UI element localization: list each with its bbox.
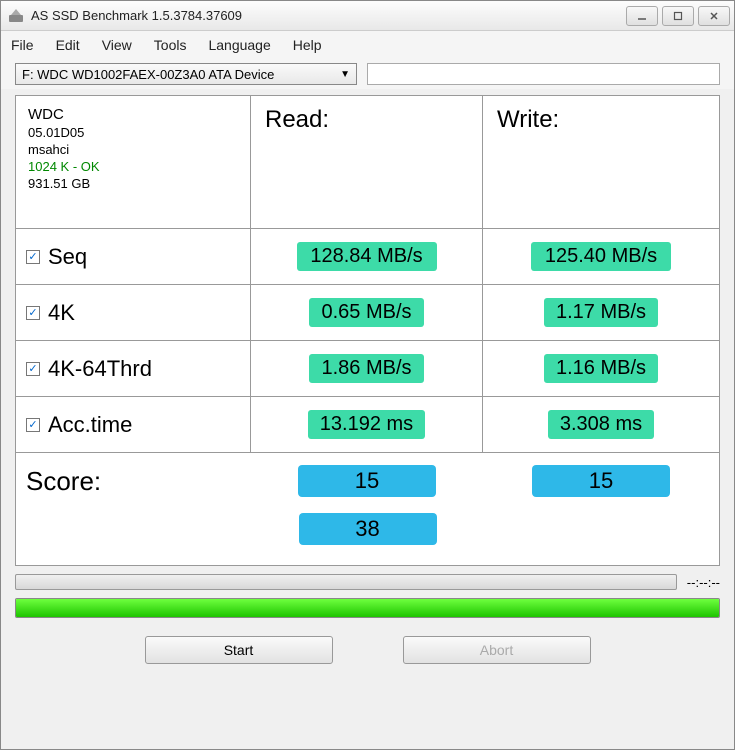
seq-write-value: 125.40 MB/s xyxy=(531,242,671,271)
acctime-row: Acc.time 13.192 ms 3.308 ms xyxy=(16,397,719,453)
maximize-button[interactable] xyxy=(662,6,694,26)
seq-label: Seq xyxy=(48,244,87,270)
test-progress-bar xyxy=(15,574,677,590)
menu-language[interactable]: Language xyxy=(208,37,270,53)
content-area: WDC 05.01D05 msahci 1024 K - OK 931.51 G… xyxy=(1,89,734,749)
menu-edit[interactable]: Edit xyxy=(56,37,80,53)
score-label: Score: xyxy=(16,453,251,509)
acctime-checkbox[interactable] xyxy=(26,418,40,432)
4k-write-value: 1.17 MB/s xyxy=(544,298,658,327)
score-read-value: 15 xyxy=(298,465,436,497)
write-header: Write: xyxy=(483,96,719,228)
chevron-down-icon: ▼ xyxy=(340,69,350,80)
4k64-checkbox[interactable] xyxy=(26,362,40,376)
overall-progress-bar xyxy=(15,598,720,618)
overall-progress-fill xyxy=(16,599,719,617)
score-row: Score: 15 15 38 xyxy=(16,453,719,565)
window-controls xyxy=(626,6,730,26)
device-alignment: 1024 K - OK xyxy=(28,159,100,174)
path-input[interactable] xyxy=(367,63,720,85)
device-size: 931.51 GB xyxy=(28,176,90,191)
menu-view[interactable]: View xyxy=(102,37,132,53)
seq-checkbox[interactable] xyxy=(26,250,40,264)
device-firmware: 05.01D05 xyxy=(28,125,84,140)
4k64-read-value: 1.86 MB/s xyxy=(309,354,423,383)
results-table: WDC 05.01D05 msahci 1024 K - OK 931.51 G… xyxy=(15,95,720,566)
score-total-value: 38 xyxy=(299,513,437,545)
seq-row: Seq 128.84 MB/s 125.40 MB/s xyxy=(16,229,719,285)
app-icon xyxy=(7,7,25,25)
device-dropdown[interactable]: F: WDC WD1002FAEX-00Z3A0 ATA Device ▼ xyxy=(15,63,357,85)
start-button[interactable]: Start xyxy=(145,636,333,664)
toolbar: F: WDC WD1002FAEX-00Z3A0 ATA Device ▼ xyxy=(1,59,734,89)
close-button[interactable] xyxy=(698,6,730,26)
4k-checkbox[interactable] xyxy=(26,306,40,320)
app-window: AS SSD Benchmark 1.5.3784.37609 File Edi… xyxy=(0,0,735,750)
4k64-row: 4K-64Thrd 1.86 MB/s 1.16 MB/s xyxy=(16,341,719,397)
menu-help[interactable]: Help xyxy=(293,37,322,53)
acctime-label: Acc.time xyxy=(48,412,132,438)
4k64-write-value: 1.16 MB/s xyxy=(544,354,658,383)
elapsed-time: --:--:-- xyxy=(687,575,720,590)
4k-read-value: 0.65 MB/s xyxy=(309,298,423,327)
acctime-read-value: 13.192 ms xyxy=(308,410,425,439)
titlebar[interactable]: AS SSD Benchmark 1.5.3784.37609 xyxy=(1,1,734,31)
score-write-value: 15 xyxy=(532,465,670,497)
4k-label: 4K xyxy=(48,300,75,326)
test-progress-row: --:--:-- xyxy=(15,572,720,592)
seq-read-value: 128.84 MB/s xyxy=(297,242,437,271)
action-buttons: Start Abort xyxy=(15,624,720,668)
header-row: WDC 05.01D05 msahci 1024 K - OK 931.51 G… xyxy=(16,96,719,229)
acctime-write-value: 3.308 ms xyxy=(548,410,654,439)
menu-tools[interactable]: Tools xyxy=(154,37,187,53)
menu-file[interactable]: File xyxy=(11,37,34,53)
device-selected-label: F: WDC WD1002FAEX-00Z3A0 ATA Device xyxy=(22,67,274,82)
read-header: Read: xyxy=(251,96,483,228)
abort-button[interactable]: Abort xyxy=(403,636,591,664)
menubar: File Edit View Tools Language Help xyxy=(1,31,734,59)
4k64-label: 4K-64Thrd xyxy=(48,356,152,382)
device-info-cell: WDC 05.01D05 msahci 1024 K - OK 931.51 G… xyxy=(16,96,251,228)
4k-row: 4K 0.65 MB/s 1.17 MB/s xyxy=(16,285,719,341)
device-driver: msahci xyxy=(28,142,69,157)
device-vendor: WDC xyxy=(28,106,64,123)
window-title: AS SSD Benchmark 1.5.3784.37609 xyxy=(31,8,626,23)
minimize-button[interactable] xyxy=(626,6,658,26)
